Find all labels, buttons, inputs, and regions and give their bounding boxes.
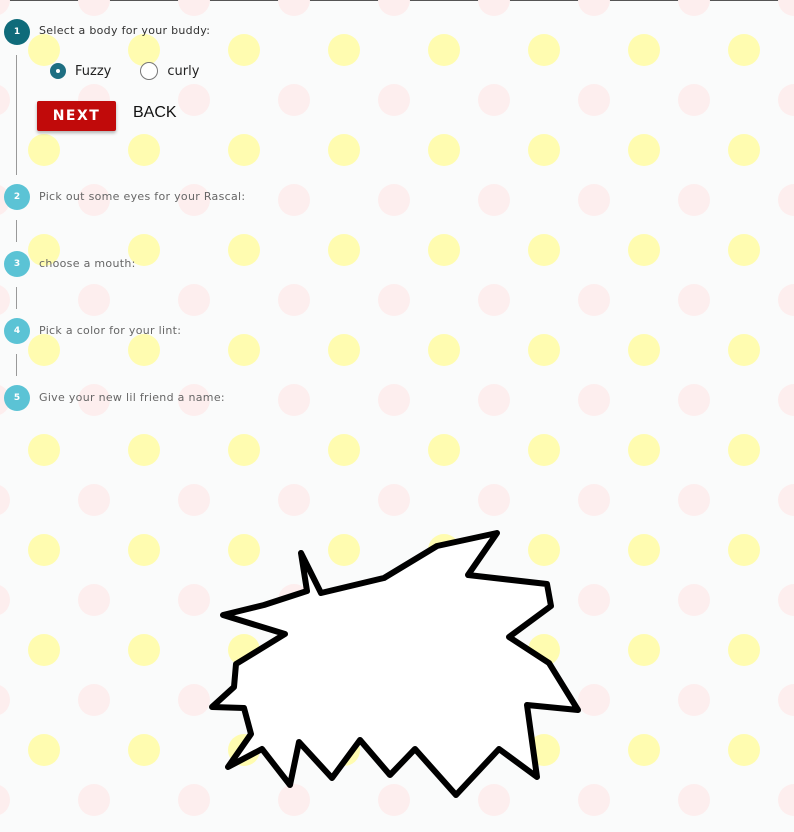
fuzzy-body-outline — [209, 530, 581, 798]
lint-body-preview — [209, 530, 581, 798]
